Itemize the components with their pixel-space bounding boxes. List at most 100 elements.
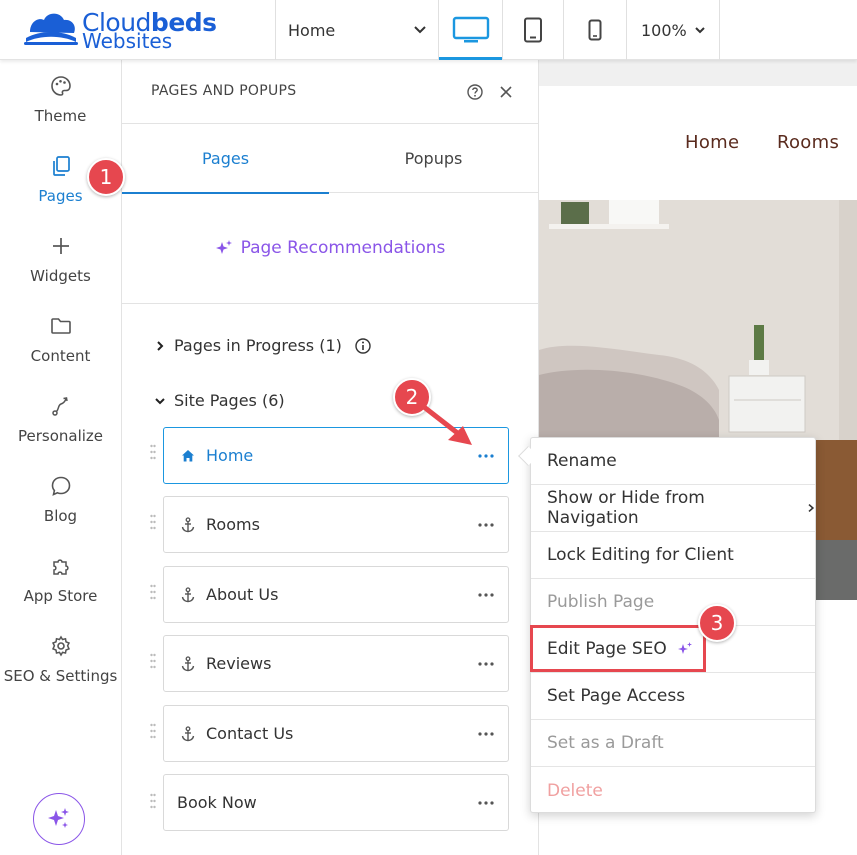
desktop-icon xyxy=(452,16,489,43)
rail-item-widgets[interactable]: Widgets xyxy=(0,220,121,300)
ellipsis-icon xyxy=(478,523,494,527)
rail-label: Personalize xyxy=(17,427,104,445)
site-pages-toggle[interactable]: Site Pages (6) xyxy=(154,391,285,410)
anchor-icon xyxy=(181,586,195,602)
rail-label: Blog xyxy=(43,507,78,525)
info-icon[interactable] xyxy=(354,337,372,355)
zoom-select[interactable]: 100% xyxy=(627,0,719,60)
chat-icon xyxy=(51,476,70,496)
drag-handle-icon[interactable] xyxy=(150,442,156,466)
menu-item-label: Show or Hide from Navigation xyxy=(547,488,705,528)
site-pages-label: Site Pages (6) xyxy=(174,391,285,410)
more-options-button[interactable] xyxy=(476,515,496,535)
cloudbeds-logo[interactable]: Cloudbeds Websites xyxy=(22,6,222,53)
zoom-value: 100% xyxy=(641,20,687,40)
menu-item-show-hide-navigation[interactable]: Show or Hide from Navigation xyxy=(531,485,815,532)
page-name: Rooms xyxy=(206,515,260,534)
rail-item-theme[interactable]: Theme xyxy=(0,60,121,140)
ai-assistant-button[interactable] xyxy=(33,793,85,845)
page-select[interactable]: Home xyxy=(276,0,438,60)
rail-item-personalize[interactable]: Personalize xyxy=(0,380,121,460)
annotation-arrow xyxy=(421,404,472,445)
chevron-right-icon xyxy=(157,340,164,351)
ellipsis-icon xyxy=(478,732,494,736)
menu-item-rename[interactable]: Rename xyxy=(531,438,815,485)
mobile-view-button[interactable] xyxy=(564,0,626,60)
rail-label: App Store xyxy=(23,587,98,605)
plus-icon xyxy=(52,238,69,254)
tab-pages[interactable]: Pages xyxy=(122,124,329,194)
ellipsis-icon xyxy=(478,662,494,666)
menu-item-set-page-access[interactable]: Set Page Access xyxy=(531,673,815,720)
folder-icon xyxy=(50,318,71,334)
page-item-book-now[interactable]: Book Now xyxy=(163,774,509,831)
page-item-reviews[interactable]: Reviews xyxy=(163,635,509,692)
rail-item-app-store[interactable]: App Store xyxy=(0,540,121,620)
highlight-edit-page-seo xyxy=(530,625,706,672)
palette-icon xyxy=(50,76,71,96)
page-name: Reviews xyxy=(206,654,272,673)
drag-handle-icon[interactable] xyxy=(150,721,156,745)
page-name: About Us xyxy=(206,585,279,604)
drag-handle-icon[interactable] xyxy=(150,651,156,675)
tablet-view-button[interactable] xyxy=(503,0,563,60)
rail-item-content[interactable]: Content xyxy=(0,300,121,380)
sparkle-icon xyxy=(48,808,69,828)
pages-in-progress-label: Pages in Progress (1) xyxy=(174,336,342,355)
recommendations-label: Page Recommendations xyxy=(240,238,446,258)
rail-label: Pages xyxy=(38,187,83,205)
divider xyxy=(719,0,720,60)
tab-popups[interactable]: Popups xyxy=(329,124,538,193)
page-item-contact-us[interactable]: Contact Us xyxy=(163,705,509,762)
drag-handle-icon[interactable] xyxy=(150,791,156,815)
ellipsis-icon xyxy=(478,801,494,805)
ellipsis-icon xyxy=(478,593,494,597)
preview-nav-home[interactable]: Home xyxy=(685,132,739,153)
anchor-icon xyxy=(181,655,195,671)
pages-in-progress-toggle[interactable]: Pages in Progress (1) xyxy=(154,336,372,355)
pages-icon xyxy=(52,156,70,176)
chevron-down-icon xyxy=(414,26,426,34)
more-options-button[interactable] xyxy=(476,793,496,813)
gear-icon xyxy=(51,635,70,657)
more-options-button[interactable] xyxy=(476,724,496,744)
menu-item-label: Delete xyxy=(547,780,603,801)
rail-label: Content xyxy=(30,347,91,365)
page-name: Book Now xyxy=(177,793,257,812)
puzzle-icon xyxy=(52,559,69,575)
tablet-icon xyxy=(524,17,542,43)
page-name: Contact Us xyxy=(206,724,294,743)
drag-handle-icon[interactable] xyxy=(150,582,156,606)
step-1-badge: 1 xyxy=(87,158,125,196)
close-icon[interactable] xyxy=(496,82,516,102)
page-item-rooms[interactable]: Rooms xyxy=(163,496,509,553)
menu-item-label: Publish Page xyxy=(547,592,655,612)
page-item-about-us[interactable]: About Us xyxy=(163,566,509,623)
chevron-right-icon xyxy=(808,503,815,513)
more-options-button[interactable] xyxy=(476,654,496,674)
menu-item-label: Set as a Draft xyxy=(547,733,664,753)
cloudbeds-logo-icon xyxy=(24,13,78,45)
menu-item-lock-editing[interactable]: Lock Editing for Client xyxy=(531,532,815,579)
mobile-icon xyxy=(588,19,602,41)
menu-item-set-as-draft: Set as a Draft xyxy=(531,720,815,767)
rail-item-seo-settings[interactable]: SEO & Settings xyxy=(0,620,121,700)
drag-handle-icon[interactable] xyxy=(150,512,156,536)
page-select-value: Home xyxy=(288,20,336,40)
logo-subtitle: Websites xyxy=(82,29,173,53)
desktop-view-button[interactable] xyxy=(439,0,502,60)
home-icon xyxy=(182,449,194,461)
preview-nav-rooms[interactable]: Rooms xyxy=(777,132,839,153)
step-3-badge: 3 xyxy=(698,604,736,642)
help-icon[interactable] xyxy=(465,82,485,102)
top-toolbar: Cloudbeds Websites Home 100% xyxy=(0,0,857,60)
rail-label: Theme xyxy=(34,107,87,125)
rail-item-blog[interactable]: Blog xyxy=(0,460,121,540)
personalize-icon xyxy=(51,397,68,416)
anchor-icon xyxy=(181,725,195,741)
menu-item-publish-page: Publish Page xyxy=(531,579,815,626)
sparkle-icon xyxy=(215,240,232,254)
more-options-button[interactable] xyxy=(476,585,496,605)
page-recommendations-button[interactable]: Page Recommendations xyxy=(122,193,538,304)
menu-item-label: Rename xyxy=(547,451,617,471)
